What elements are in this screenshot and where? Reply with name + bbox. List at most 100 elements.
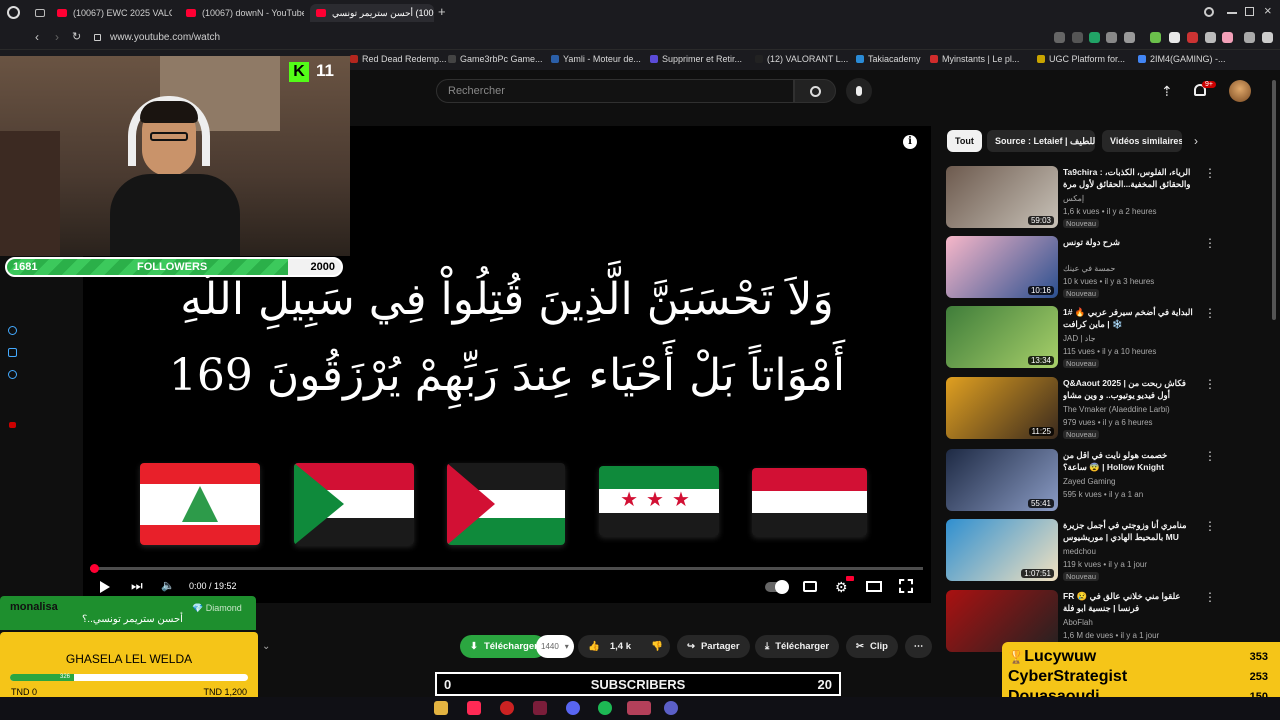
- extension-icon[interactable]: [1124, 32, 1135, 43]
- video-channel[interactable]: حمسة في عينك: [1063, 264, 1115, 273]
- bookmark-item[interactable]: Takiacademy: [856, 54, 921, 64]
- browser-tab-1[interactable]: (10067) EWC 2025 VALOR: [57, 4, 172, 22]
- close-window-icon[interactable]: ×: [1264, 3, 1272, 18]
- video-title[interactable]: Ta9chira : الرياء، الفلوس، الكذبات، والح…: [1063, 166, 1193, 190]
- play-icon[interactable]: [100, 581, 110, 593]
- like-icon[interactable]: 👍: [588, 641, 600, 652]
- video-channel[interactable]: AboFlah: [1063, 618, 1093, 627]
- spotify-icon[interactable]: [598, 701, 612, 715]
- more-options-icon[interactable]: ⋮: [1204, 236, 1216, 250]
- upload-icon[interactable]: ⇡: [1161, 83, 1173, 100]
- video-thumbnail[interactable]: 1:07:51: [946, 519, 1058, 581]
- autoplay-toggle[interactable]: [765, 580, 789, 594]
- video-thumbnail[interactable]: 13:34: [946, 306, 1058, 368]
- recommended-video[interactable]: 10:16 شرح دولة تونس حمسة في عينك 10 k vues …: [946, 236, 1216, 300]
- extension-icon[interactable]: [1244, 32, 1255, 43]
- url-text[interactable]: www.youtube.com/watch: [110, 32, 220, 43]
- reload-icon[interactable]: ↻: [72, 30, 81, 43]
- obs-active-icon[interactable]: [627, 701, 651, 715]
- new-tab-button[interactable]: +: [438, 4, 446, 19]
- discord-icon[interactable]: [566, 701, 580, 715]
- video-title[interactable]: Q&Aaout 2025 | فكاش ربحت من أول فيديو يو…: [1063, 377, 1193, 403]
- extension-icon[interactable]: [1205, 32, 1216, 43]
- opera-browser-icon[interactable]: [500, 701, 514, 715]
- search-input[interactable]: [437, 80, 793, 102]
- volume-icon[interactable]: 🔈: [161, 579, 175, 592]
- more-options-icon[interactable]: ⋮: [1204, 449, 1216, 463]
- nav-icon[interactable]: [8, 370, 17, 379]
- recommended-video[interactable]: 59:03 Ta9chira : الرياء، الفلوس، الكذبات،…: [946, 166, 1216, 230]
- tab-manager-icon[interactable]: [35, 9, 45, 17]
- search-tabs-icon[interactable]: [1204, 7, 1214, 17]
- info-icon[interactable]: i: [903, 135, 917, 149]
- video-title[interactable]: FR 😢 علقوا مني خلاني عالق في فرنسا | جنس…: [1063, 590, 1193, 614]
- video-channel[interactable]: إمكس: [1063, 194, 1084, 203]
- file-explorer-icon[interactable]: [434, 701, 448, 715]
- bookmark-item[interactable]: 2IM4(GAMING) -...: [1138, 54, 1226, 64]
- nav-icon[interactable]: [8, 326, 17, 335]
- video-progress-bar[interactable]: [90, 564, 923, 573]
- account-avatar[interactable]: [1229, 80, 1251, 102]
- opera-logo-icon[interactable]: [7, 6, 20, 19]
- chip-source[interactable]: Source : Letaief | اللطيف: [987, 130, 1095, 152]
- chip-all[interactable]: Tout: [947, 130, 982, 152]
- extension-icon[interactable]: [1262, 32, 1273, 43]
- browser-tab-active[interactable]: (10067) أحسن ستريمر تونسي: [310, 4, 434, 22]
- maximize-icon[interactable]: [1245, 7, 1254, 16]
- theater-mode-icon[interactable]: [866, 581, 882, 592]
- browser-tab-2[interactable]: (10067) downN - YouTube: [186, 4, 304, 22]
- bookmark-item[interactable]: Game3rbPc Game...: [448, 54, 543, 64]
- recommended-video[interactable]: 11:25 Q&Aaout 2025 | فكاش ربحت من أول فيد…: [946, 377, 1216, 441]
- nav-icon[interactable]: [8, 348, 17, 357]
- dislike-icon[interactable]: 👎: [651, 641, 663, 652]
- share-button[interactable]: ↪ Partager: [677, 635, 750, 658]
- search-button[interactable]: [794, 79, 836, 103]
- video-channel[interactable]: The Vmaker (Alaeddine Larbi): [1063, 405, 1170, 414]
- next-icon[interactable]: ⏭: [131, 578, 143, 594]
- extension-icon[interactable]: [1054, 32, 1065, 43]
- recommended-video[interactable]: 1:07:51 منامري أنا وزوجتي في أجمل جزيرة ب…: [946, 519, 1216, 583]
- app-icon[interactable]: [533, 701, 547, 715]
- video-channel[interactable]: Zayed Gaming: [1063, 477, 1115, 486]
- recommended-video[interactable]: 55:41 خصمت هولو نايت في اقل من ساعة؟ 😨 | …: [946, 449, 1216, 513]
- bookmark-item[interactable]: (12) VALORANT L...: [755, 54, 848, 64]
- fullscreen-icon[interactable]: [899, 579, 913, 593]
- back-icon[interactable]: ‹: [35, 30, 39, 44]
- extension-icon[interactable]: [1150, 32, 1161, 43]
- tiktok-icon[interactable]: [467, 701, 481, 715]
- subtitles-icon[interactable]: [803, 581, 817, 592]
- extension-icon[interactable]: [1089, 32, 1100, 43]
- more-options-icon[interactable]: ⋮: [1204, 590, 1216, 604]
- quality-select[interactable]: 1440 ▾: [536, 635, 574, 658]
- voice-search-button[interactable]: [846, 78, 872, 104]
- bookmark-item[interactable]: Red Dead Redemp...: [350, 54, 447, 64]
- settings-gear-icon[interactable]: ⚙: [835, 579, 848, 596]
- bookmark-item[interactable]: UGC Platform for...: [1037, 54, 1125, 64]
- extension-icon[interactable]: [1106, 32, 1117, 43]
- forward-icon[interactable]: ›: [55, 30, 59, 44]
- video-channel[interactable]: medchou: [1063, 547, 1096, 556]
- video-thumbnail[interactable]: 11:25: [946, 377, 1058, 439]
- bookmark-item[interactable]: Yamli - Moteur de...: [551, 54, 641, 64]
- video-title[interactable]: خصمت هولو نايت في اقل من ساعة؟ 😨 | Hollo…: [1063, 449, 1193, 475]
- chevron-down-icon[interactable]: ⌄: [262, 641, 270, 652]
- video-title[interactable]: البداية في أضخم سيرفر عربي 🔥 #1 | ماين ك…: [1063, 306, 1193, 330]
- video-thumbnail[interactable]: 10:16: [946, 236, 1058, 298]
- page-scrollbar[interactable]: [1272, 80, 1276, 320]
- clip-button[interactable]: ✂ Clip: [846, 635, 898, 658]
- chip-similar[interactable]: Vidéos similaires: [1102, 130, 1182, 152]
- app-icon[interactable]: [664, 701, 678, 715]
- more-options-icon[interactable]: ⋮: [1204, 166, 1216, 180]
- video-title[interactable]: شرح دولة تونس: [1063, 236, 1193, 248]
- video-title[interactable]: منامري أنا وزوجتي في أجمل جزيرة بالمحيط …: [1063, 519, 1193, 543]
- video-channel[interactable]: JAD | جاد: [1063, 334, 1096, 343]
- nav-icon[interactable]: [9, 422, 16, 428]
- download-button[interactable]: ⤓ Télécharger: [755, 635, 840, 658]
- more-actions-button[interactable]: ⋯: [905, 635, 932, 658]
- extension-icon[interactable]: [1169, 32, 1180, 43]
- more-options-icon[interactable]: ⋮: [1204, 519, 1216, 533]
- scrubber-handle[interactable]: [90, 564, 99, 573]
- chevron-right-icon[interactable]: ›: [1194, 134, 1198, 148]
- more-options-icon[interactable]: ⋮: [1204, 377, 1216, 391]
- video-thumbnail[interactable]: 59:03: [946, 166, 1058, 228]
